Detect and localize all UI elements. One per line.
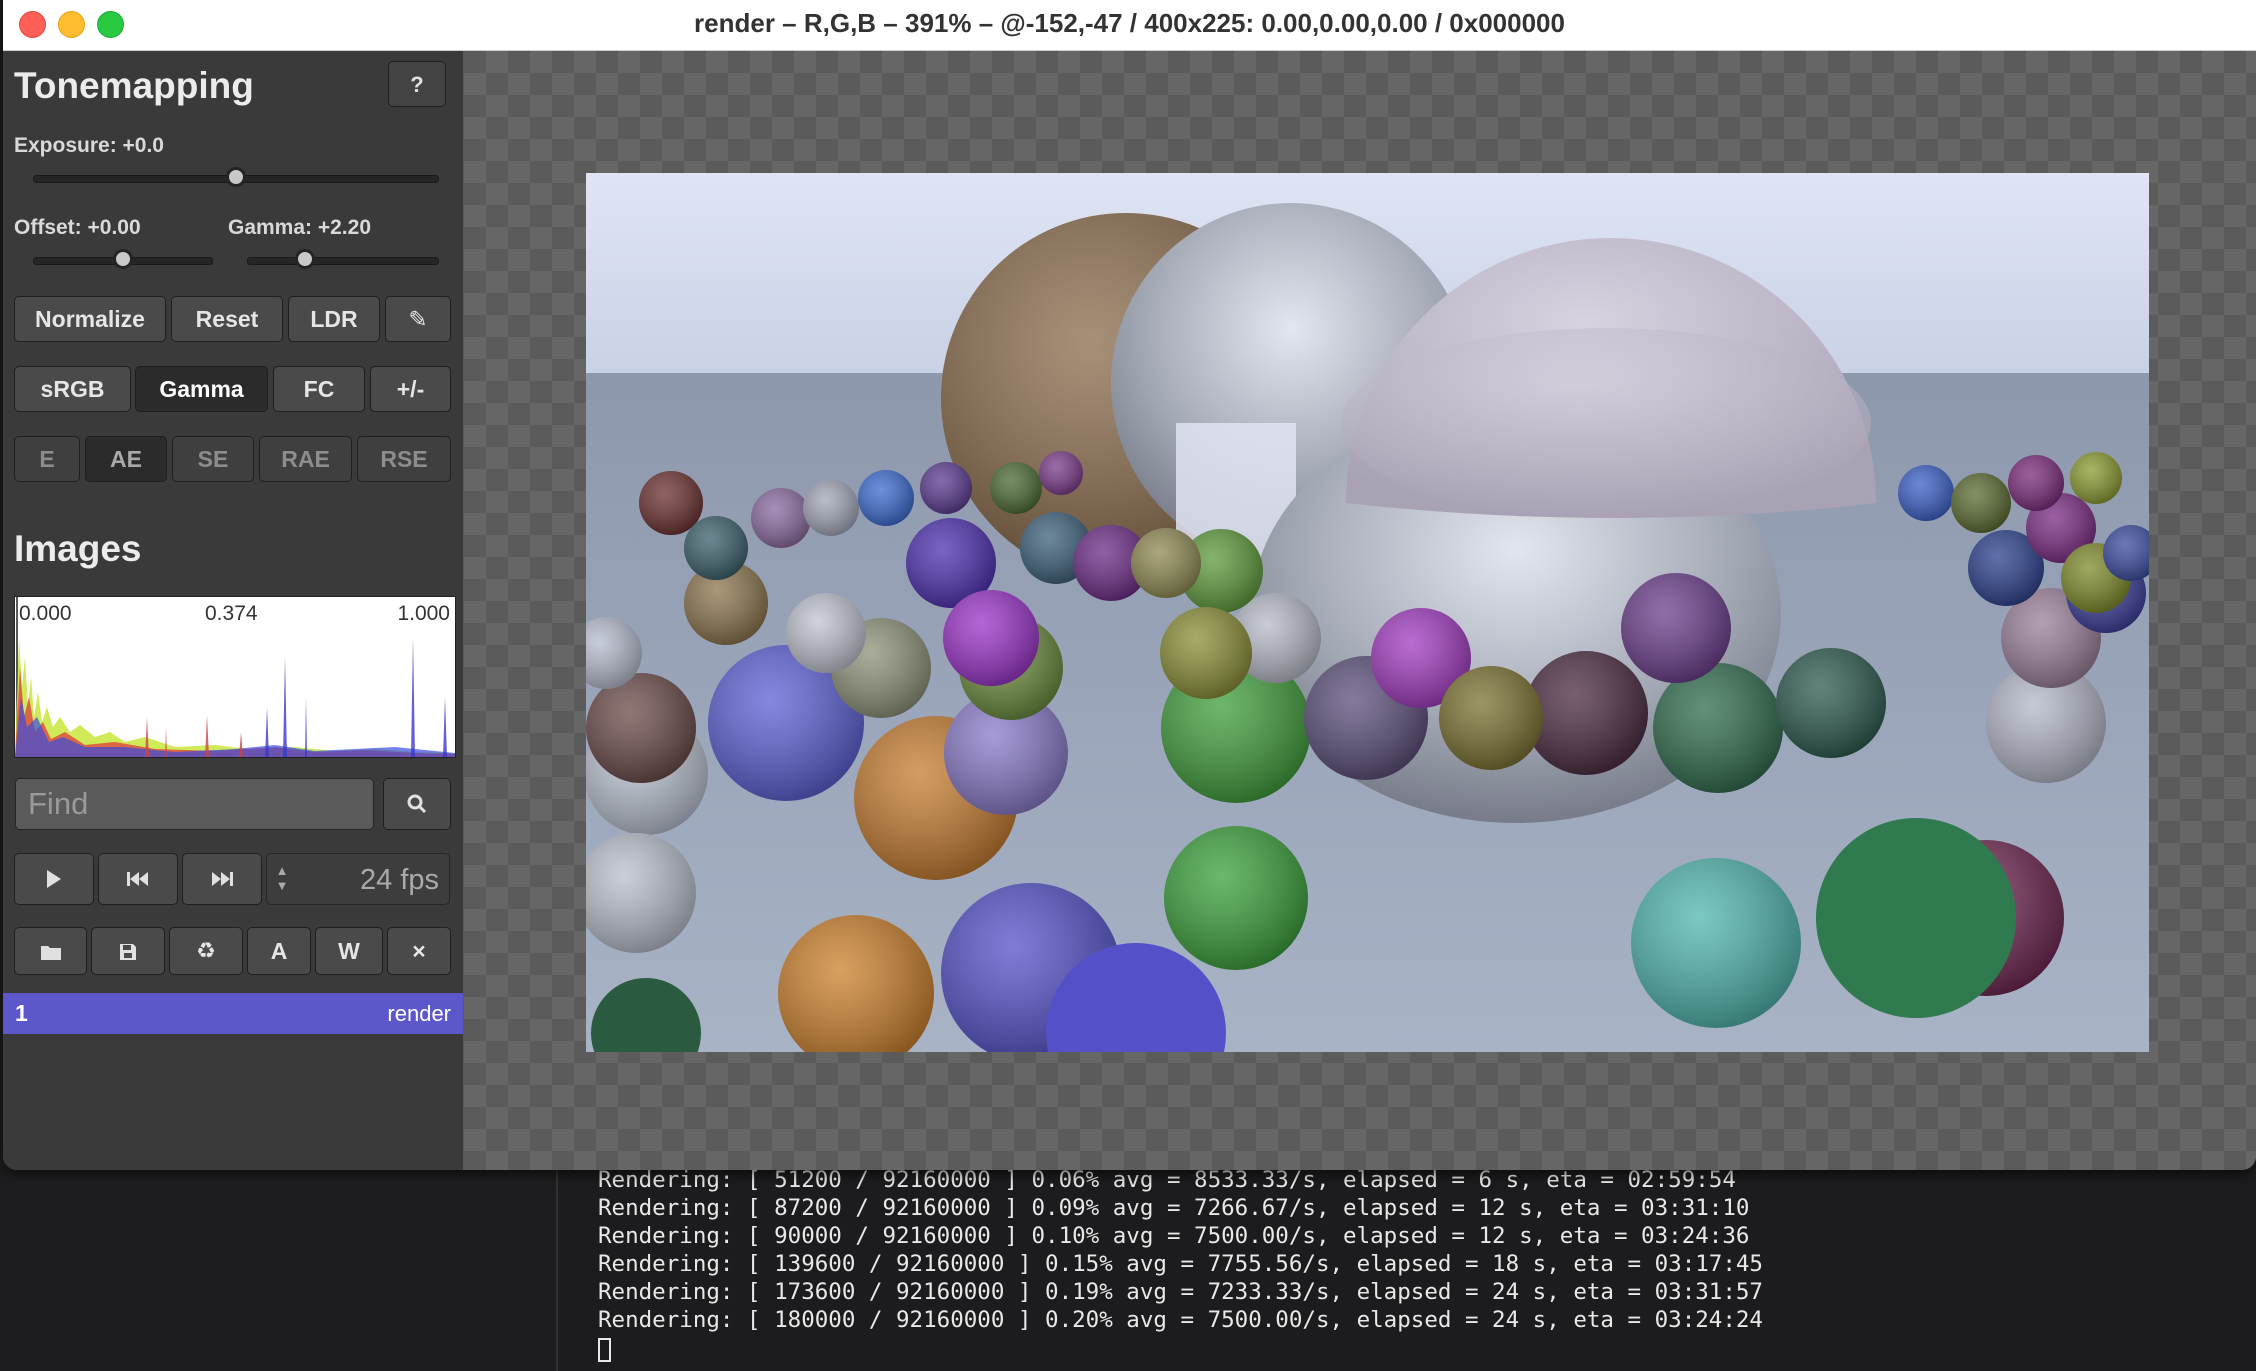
skip-forward-icon [212,872,233,886]
terminal-line: Rendering: [ 173600 / 92160000 ] 0.19% a… [598,1279,1763,1305]
render-image-content [586,173,2149,1052]
offset-slider-knob[interactable] [113,249,133,269]
watch-button[interactable]: W [315,927,383,975]
play-icon [47,870,61,888]
terminal-line: Rendering: [ 51200 / 92160000 ] 0.06% av… [598,1167,1736,1193]
gamma-button[interactable]: Gamma [135,366,268,412]
histogram-min-label: 0.000 [19,602,72,625]
next-frame-button[interactable] [182,853,262,905]
ldr-button[interactable]: LDR [288,296,380,342]
reload-button[interactable]: ♻ [169,927,243,975]
tonemapping-title: Tonemapping [14,65,254,106]
terminal-output: Rendering: [ 51200 / 92160000 ] 0.06% av… [598,1166,1763,1369]
error-mode-ae-button[interactable]: AE [85,436,167,482]
pencil-button[interactable]: ✎ [385,296,451,342]
gamma-slider-knob[interactable] [295,249,315,269]
histogram-max-label: 1.000 [397,602,450,625]
terminal-line: Rendering: [ 180000 / 92160000 ] 0.20% a… [598,1307,1763,1333]
load-all-button[interactable]: A [247,927,311,975]
open-file-button[interactable] [14,927,87,975]
histogram-mid-label: 0.374 [205,602,258,625]
offset-slider[interactable] [33,249,213,269]
search-button[interactable] [383,778,451,830]
previous-frame-button[interactable] [98,853,178,905]
terminal-line: Rendering: [ 139600 / 92160000 ] 0.15% a… [598,1251,1763,1277]
reload-icon: ♻ [196,938,216,963]
gamma-slider[interactable] [247,249,439,269]
image-list-item[interactable]: 1 render [3,993,463,1034]
fps-stepper[interactable]: ▲ ▼ 24 fps [266,853,450,905]
terminal-left-pane [0,1150,558,1371]
image-name: render [387,1001,451,1026]
fps-value: 24 fps [360,864,439,896]
search-icon [407,794,427,814]
folder-icon [40,946,61,960]
fc-button[interactable]: FC [273,366,365,412]
save-icon [120,944,136,960]
error-mode-rse-button[interactable]: RSE [357,436,451,482]
image-canvas[interactable] [464,51,2256,1170]
image-index: 1 [15,1000,28,1026]
srgb-button[interactable]: sRGB [14,366,131,412]
gamma-label: Gamma: +2.20 [228,216,372,239]
terminal-cursor [598,1338,611,1362]
render-image[interactable] [586,173,2149,1052]
terminal-line: Rendering: [ 90000 / 92160000 ] 0.10% av… [598,1223,1750,1249]
close-icon: × [412,938,426,964]
terminal-line: Rendering: [ 87200 / 92160000 ] 0.09% av… [598,1195,1750,1221]
find-input[interactable] [15,778,374,830]
exposure-slider[interactable] [33,167,439,187]
title-bar[interactable]: render – R,G,B – 391% – @-152,-47 / 400x… [3,0,2256,51]
skip-back-icon [127,872,148,886]
help-button[interactable]: ? [388,61,446,107]
reset-button[interactable]: Reset [171,296,283,342]
images-title: Images [14,528,142,569]
save-file-button[interactable] [91,927,165,975]
plus-minus-button[interactable]: +/- [370,366,451,412]
play-button[interactable] [14,853,94,905]
stepper-arrows-icon[interactable]: ▲ ▼ [275,863,289,893]
exposure-label: Exposure: +0.0 [14,134,164,157]
histogram: 0.000 0.374 1.000 [14,596,456,758]
error-mode-rae-button[interactable]: RAE [259,436,352,482]
window-title: render – R,G,B – 391% – @-152,-47 / 400x… [694,8,1565,38]
terminal-window: Rendering: [ 51200 / 92160000 ] 0.06% av… [0,1150,2256,1371]
viewer-window: render – R,G,B – 391% – @-152,-47 / 400x… [3,0,2256,1170]
close-image-button[interactable]: × [387,927,451,975]
offset-label: Offset: +0.00 [14,216,141,239]
normalize-button[interactable]: Normalize [14,296,166,342]
error-mode-se-button[interactable]: SE [172,436,254,482]
sidebar: Tonemapping ? Exposure: +0.0 Offset: +0.… [3,51,463,1170]
pencil-icon: ✎ [408,306,428,332]
error-mode-e-button[interactable]: E [14,436,80,482]
exposure-slider-knob[interactable] [226,167,246,187]
